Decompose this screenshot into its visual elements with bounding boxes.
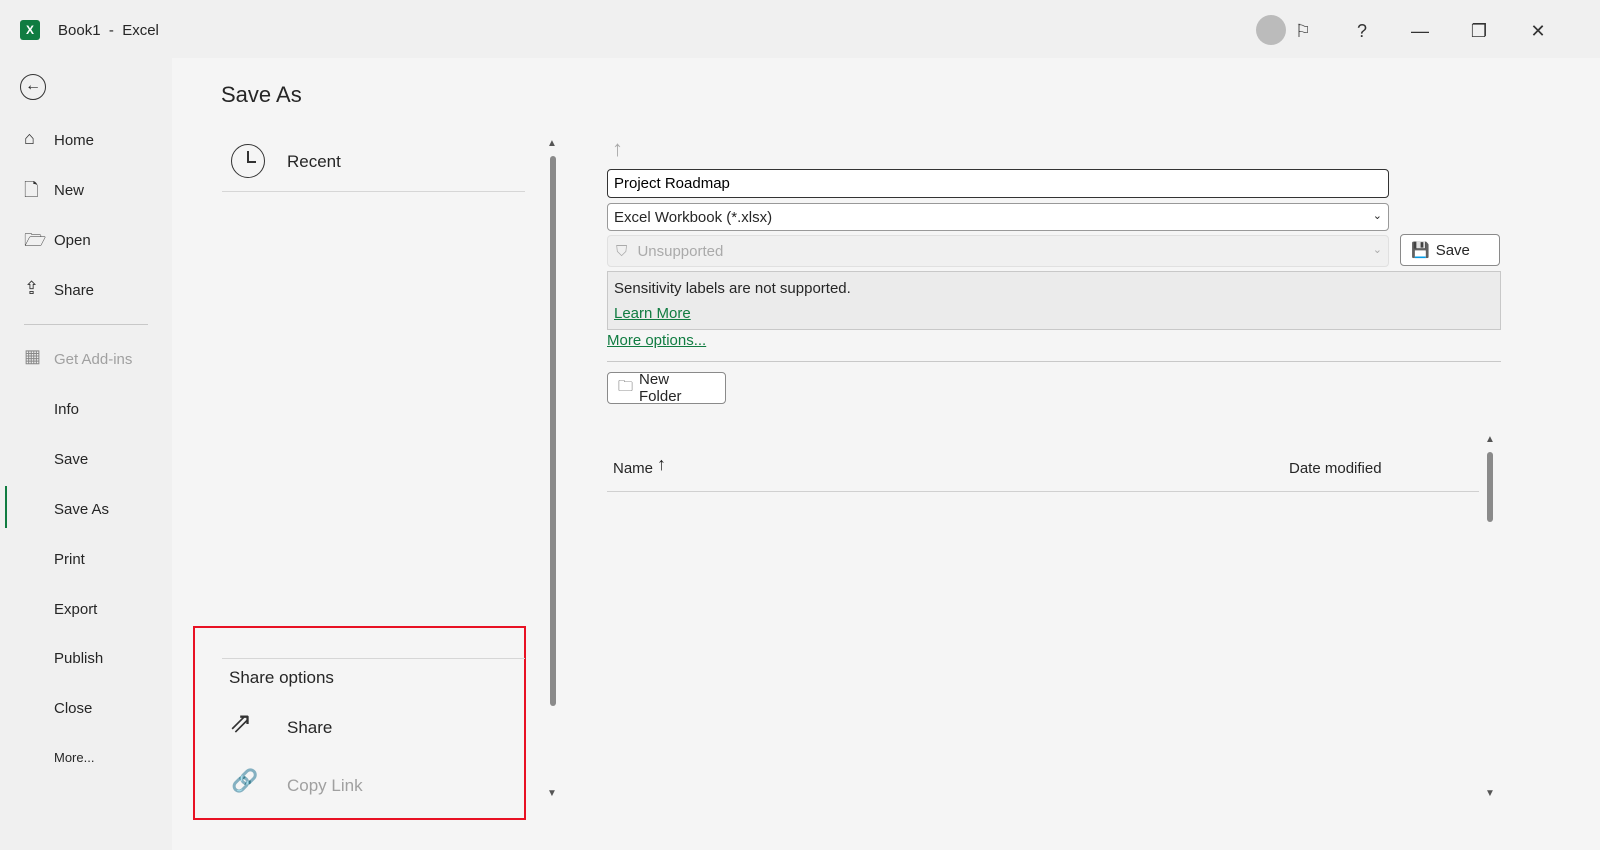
title-bar: X Book1 - Excel ⚐ ? — ❐ ✕	[0, 0, 1600, 58]
location-recent[interactable]: Recent	[222, 136, 525, 192]
new-folder-button[interactable]: 🗀 New Folder	[607, 371, 726, 405]
sensitivity-value: Unsupported	[637, 243, 724, 260]
shield-icon: ⛉	[616, 243, 628, 260]
account-icon[interactable]	[1256, 15, 1286, 45]
sensitivity-notice: Sensitivity labels are not supported. Le…	[607, 271, 1501, 330]
back-icon[interactable]: ←	[20, 74, 46, 100]
nav-close[interactable]: Close	[54, 700, 92, 717]
backstage-nav: ← ⌂ Home 🗋 New 🗁 Open ⇪ Share ▦ Get Add-…	[0, 58, 172, 850]
nav-publish[interactable]: Publish	[54, 650, 103, 667]
column-date-modified[interactable]: Date modified	[1289, 460, 1382, 477]
nav-new[interactable]: New	[54, 182, 84, 199]
filetype-value: Excel Workbook (*.xlsx)	[614, 209, 773, 226]
copy-link-icon: 🔗	[231, 768, 259, 793]
nav-open[interactable]: Open	[54, 232, 91, 249]
minimize-icon[interactable]: —	[1407, 18, 1433, 44]
nav-share[interactable]: Share	[54, 282, 94, 299]
share-icon: ⇗	[229, 707, 253, 738]
more-options-link[interactable]: More options...	[607, 332, 706, 349]
copy-link-option[interactable]: Copy Link	[287, 776, 363, 796]
close-icon[interactable]: ✕	[1525, 18, 1551, 44]
save-icon: 💾	[1411, 242, 1430, 259]
sort-ascending-icon: ↑	[657, 454, 666, 474]
notice-text: Sensitivity labels are not supported.	[614, 280, 851, 297]
nav-more[interactable]: More...	[54, 750, 94, 765]
share-option[interactable]: Share	[287, 718, 332, 738]
recent-label: Recent	[287, 152, 341, 171]
share-icon: ⇪	[24, 278, 40, 298]
column-name[interactable]: Name	[613, 460, 653, 477]
share-options-highlight: Share options ⇗ Share 🔗 Copy Link	[193, 626, 526, 820]
new-document-icon: 🗋	[24, 180, 39, 200]
nav-home[interactable]: Home	[54, 132, 94, 149]
addins-icon: ▦	[24, 346, 42, 366]
folder-icon: 🗀	[618, 377, 634, 395]
page-title: Save As	[221, 82, 302, 107]
chevron-down-icon: ⌄	[1372, 210, 1382, 222]
learn-more-link[interactable]: Learn More	[614, 305, 691, 322]
file-list-header: Name ↑ Date modified	[607, 448, 1479, 492]
divider	[607, 361, 1501, 362]
active-indicator	[5, 486, 7, 528]
clock-icon	[231, 144, 265, 178]
save-as-panel: Save As Recent ▲ ▼ Share options ⇗ Share…	[172, 58, 1600, 850]
share-options-title: Share options	[229, 668, 334, 687]
nav-export[interactable]: Export	[54, 601, 97, 618]
up-folder-icon[interactable]: ↑	[612, 136, 623, 162]
nav-divider	[24, 324, 148, 325]
folder-open-icon: 🗁	[24, 230, 47, 250]
sensitivity-select: ⛉ Unsupported ⌄	[607, 235, 1389, 267]
help-icon[interactable]: ?	[1349, 18, 1375, 44]
nav-info[interactable]: Info	[54, 401, 79, 418]
excel-logo-icon: X	[20, 20, 40, 40]
restore-icon[interactable]: ❐	[1466, 18, 1492, 44]
nav-get-addins[interactable]: Get Add-ins	[54, 351, 132, 368]
nav-save-as[interactable]: Save As	[54, 501, 109, 518]
home-icon: ⌂	[24, 128, 35, 148]
locations-scrollbar[interactable]: ▲ ▼	[543, 136, 563, 804]
nav-save[interactable]: Save	[54, 451, 88, 468]
feedback-icon[interactable]: ⚐	[1290, 18, 1316, 44]
file-list-scrollbar[interactable]: ▲ ▼	[1482, 432, 1500, 804]
save-button[interactable]: 💾 Save	[1400, 234, 1500, 266]
nav-print[interactable]: Print	[54, 551, 85, 568]
window-title: Book1 - Excel	[58, 22, 159, 39]
filename-input[interactable]	[607, 169, 1389, 198]
filetype-select[interactable]: Excel Workbook (*.xlsx) ⌄	[607, 203, 1389, 231]
